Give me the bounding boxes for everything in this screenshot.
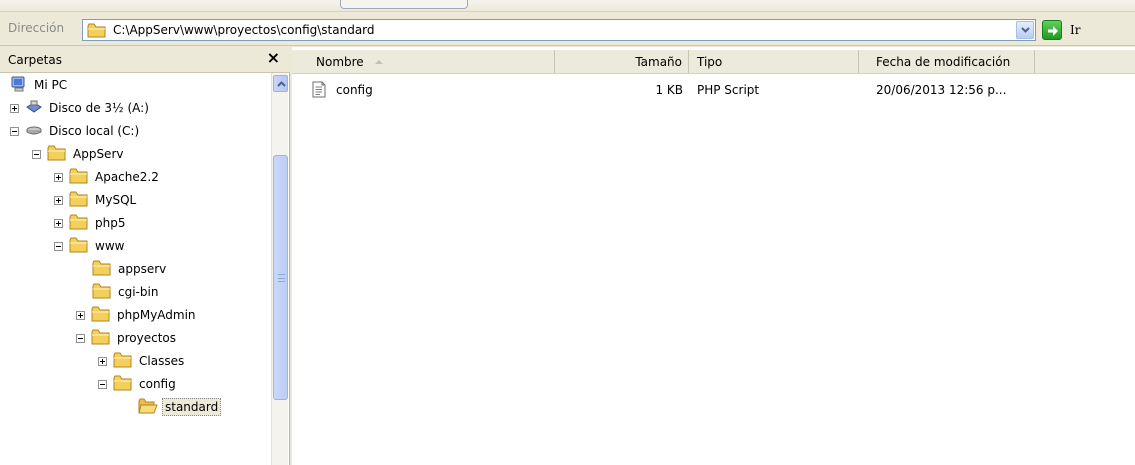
tree-item-proyectos[interactable]: proyectos bbox=[76, 327, 178, 349]
folder-icon bbox=[92, 283, 112, 302]
folders-title: Carpetas bbox=[8, 53, 62, 67]
column-header-name[interactable]: Nombre bbox=[292, 50, 555, 73]
column-header-size[interactable]: Tamaño bbox=[555, 50, 689, 73]
expand-icon[interactable] bbox=[54, 218, 63, 228]
collapse-icon[interactable] bbox=[54, 241, 63, 251]
folder-icon bbox=[91, 306, 111, 325]
tree-item-www[interactable]: www bbox=[54, 235, 126, 257]
tree-item-apache2-2[interactable]: Apache2.2 bbox=[54, 166, 161, 188]
address-label: Dirección bbox=[8, 21, 65, 35]
tree-item-config[interactable]: config bbox=[98, 373, 178, 395]
tree-item-label: MySQL bbox=[95, 193, 137, 207]
tree-item-classes[interactable]: Classes bbox=[98, 350, 186, 372]
folders-header: Carpetas × bbox=[0, 47, 290, 73]
folder-icon bbox=[92, 260, 112, 279]
tree-item-label: Apache2.2 bbox=[95, 170, 159, 184]
collapse-icon[interactable] bbox=[98, 379, 107, 389]
tree-item-mysql[interactable]: MySQL bbox=[54, 189, 138, 211]
floppy-icon bbox=[25, 98, 43, 119]
vertical-scrollbar[interactable] bbox=[271, 73, 288, 465]
column-type-label: Tipo bbox=[697, 55, 723, 69]
grip-icon bbox=[278, 274, 285, 282]
column-size-label: Tamaño bbox=[635, 55, 682, 69]
tree-item-label: Classes bbox=[139, 354, 185, 368]
computer-icon bbox=[10, 75, 28, 96]
tree-item-appserv[interactable]: AppServ bbox=[32, 143, 125, 165]
address-path: C:\AppServ\www\proyectos\config\standard bbox=[113, 23, 375, 37]
tree-item-label: Disco de 3½ (A:) bbox=[49, 101, 149, 115]
address-dropdown-button[interactable] bbox=[1016, 21, 1034, 39]
folders-pane: Carpetas × Mi PC Disco de 3½ (A:) Disco lo… bbox=[0, 47, 290, 465]
tree-item-label: cgi-bin bbox=[118, 285, 159, 299]
column-name-label: Nombre bbox=[316, 55, 364, 69]
expand-icon[interactable] bbox=[10, 103, 19, 113]
file-type: PHP Script bbox=[697, 83, 760, 97]
folder-icon bbox=[69, 214, 89, 233]
scroll-up-button[interactable] bbox=[273, 75, 288, 92]
tree-item-cgi-bin[interactable]: cgi-bin bbox=[92, 281, 160, 303]
tree-item-php5[interactable]: php5 bbox=[54, 212, 127, 234]
tree-item-label: standard bbox=[162, 398, 222, 416]
tree-item-label: appserv bbox=[118, 262, 167, 276]
file-date: 20/06/2013 12:56 p... bbox=[876, 83, 1007, 97]
column-date-label: Fecha de modificación bbox=[876, 55, 1011, 69]
folder-icon bbox=[69, 237, 89, 256]
tree-item-label: AppServ bbox=[73, 147, 124, 161]
collapse-icon[interactable] bbox=[32, 149, 41, 159]
folder-icon bbox=[69, 191, 89, 210]
tree-item-label: phpMyAdmin bbox=[117, 308, 196, 322]
file-size: 1 KB bbox=[655, 83, 683, 97]
list-header: Nombre Tamaño Tipo Fecha de modificación bbox=[292, 50, 1135, 74]
column-header-date[interactable]: Fecha de modificación bbox=[859, 50, 1035, 73]
address-bar: Dirección C:\AppServ\www\proyectos\confi… bbox=[0, 12, 1135, 46]
folder-icon bbox=[113, 352, 133, 371]
tree-item-appserv[interactable]: appserv bbox=[92, 258, 168, 280]
tree-item-label: Mi PC bbox=[34, 78, 68, 92]
chevron-down-icon bbox=[1021, 27, 1030, 33]
go-label: Ir bbox=[1070, 23, 1081, 37]
go-button[interactable]: Ir bbox=[1042, 19, 1112, 41]
tree-item-mi-pc[interactable]: Mi PC bbox=[10, 74, 69, 96]
column-header-type[interactable]: Tipo bbox=[689, 50, 859, 73]
tree-item-label: php5 bbox=[95, 216, 126, 230]
folder-icon bbox=[113, 375, 133, 394]
tree-item-disco-de-3-a[interactable]: Disco de 3½ (A:) bbox=[10, 97, 151, 119]
expand-icon[interactable] bbox=[54, 172, 63, 182]
file-name: config bbox=[336, 83, 373, 97]
folder-icon bbox=[69, 168, 89, 187]
expand-icon[interactable] bbox=[76, 310, 85, 320]
address-input[interactable]: C:\AppServ\www\proyectos\config\standard bbox=[82, 19, 1036, 41]
file-list: Nombre Tamaño Tipo Fecha de modificación… bbox=[292, 47, 1135, 465]
sort-ascending-icon bbox=[375, 60, 383, 64]
tree-item-label: Disco local (C:) bbox=[49, 124, 140, 138]
open-folder-icon bbox=[138, 398, 158, 417]
collapse-icon[interactable] bbox=[10, 126, 19, 136]
php-file-icon bbox=[312, 81, 326, 101]
hard-drive-icon bbox=[25, 121, 43, 142]
folder-tree: Mi PC Disco de 3½ (A:) Disco local (C:) App… bbox=[0, 73, 271, 465]
go-arrow-icon bbox=[1042, 20, 1062, 40]
scroll-thumb[interactable] bbox=[273, 155, 288, 400]
folder-icon bbox=[87, 23, 107, 41]
tree-item-standard[interactable]: standard bbox=[138, 396, 222, 418]
collapse-icon[interactable] bbox=[76, 333, 85, 343]
expand-icon[interactable] bbox=[54, 195, 63, 205]
tree-item-label: config bbox=[139, 377, 176, 391]
close-icon[interactable]: × bbox=[267, 49, 280, 67]
file-row[interactable]: config 1 KB PHP Script 20/06/2013 12:56 … bbox=[292, 80, 1135, 100]
folder-icon bbox=[91, 329, 111, 348]
tree-item-phpmyadmin[interactable]: phpMyAdmin bbox=[76, 304, 198, 326]
folder-icon bbox=[47, 145, 67, 164]
chevron-up-icon bbox=[277, 81, 286, 87]
toolbar-button-partial[interactable] bbox=[340, 0, 468, 9]
tree-item-label: proyectos bbox=[117, 331, 177, 345]
expand-icon[interactable] bbox=[98, 356, 107, 366]
tree-item-label: www bbox=[95, 239, 125, 253]
toolbar bbox=[0, 0, 1135, 12]
tree-item-disco-local-c[interactable]: Disco local (C:) bbox=[10, 120, 141, 142]
